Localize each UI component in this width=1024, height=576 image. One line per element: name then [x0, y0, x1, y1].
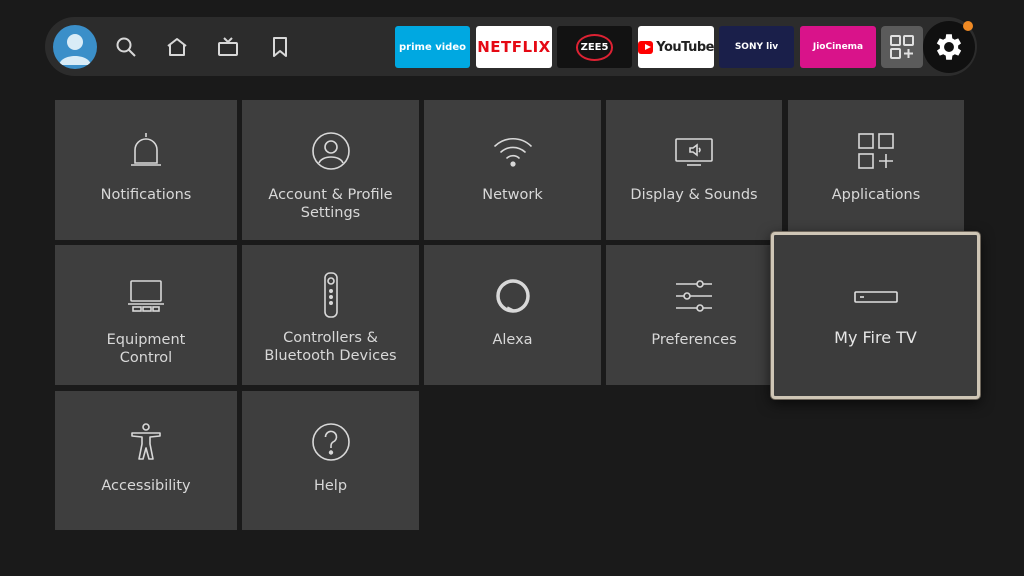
app-label: NETFLIX: [477, 38, 551, 56]
tile-label: Preferences: [651, 332, 737, 348]
app-label: YouTube: [656, 39, 714, 55]
tile-alexa[interactable]: Alexa: [424, 245, 601, 385]
accessibility-icon: [125, 421, 167, 463]
remote-icon: [321, 271, 341, 319]
tile-controllers-bluetooth[interactable]: Controllers & Bluetooth Devices: [242, 245, 419, 385]
tile-label: Accessibility: [101, 478, 191, 494]
tile-label: My Fire TV: [834, 328, 917, 347]
display-sound-icon: [673, 130, 715, 172]
app-jiocinema[interactable]: JioCinema: [800, 26, 876, 68]
tile-label: Network: [482, 187, 543, 203]
tile-label: Help: [313, 478, 348, 494]
tile-preferences[interactable]: Preferences: [606, 245, 782, 385]
all-apps-button[interactable]: [881, 26, 923, 68]
apps-grid-icon: [890, 35, 914, 59]
alexa-icon: [492, 275, 534, 317]
fire-tv-device-icon: [853, 287, 899, 307]
tile-account-profile-settings[interactable]: Account & Profile Settings: [242, 100, 419, 240]
tile-label: Controllers & Bluetooth Devices: [264, 330, 397, 364]
avatar-person-icon: [59, 34, 91, 65]
app-youtube[interactable]: YouTube: [638, 26, 714, 68]
tile-notifications[interactable]: Notifications: [55, 100, 237, 240]
sliders-icon: [673, 275, 715, 317]
equipment-icon: [125, 275, 167, 317]
profile-avatar[interactable]: [53, 25, 97, 69]
tile-display-sounds[interactable]: Display & Sounds: [606, 100, 782, 240]
applications-icon: [855, 130, 897, 172]
app-sony-liv[interactable]: SONY liv: [719, 26, 794, 68]
notification-dot: [963, 21, 973, 31]
tile-my-fire-tv[interactable]: My Fire TV: [771, 232, 980, 399]
app-label: SONY liv: [734, 42, 779, 52]
app-zee5[interactable]: ZEE5: [557, 26, 632, 68]
app-netflix[interactable]: NETFLIX: [476, 26, 552, 68]
search-icon[interactable]: [114, 35, 138, 59]
tile-help[interactable]: Help: [242, 391, 419, 530]
app-label: prime video: [399, 41, 466, 53]
tile-label: Account & Profile Settings: [268, 187, 393, 221]
live-tv-icon[interactable]: [216, 35, 240, 59]
bookmark-icon[interactable]: [268, 35, 292, 59]
wifi-icon: [492, 130, 534, 172]
tile-label: Alexa: [492, 332, 533, 348]
tile-label: Applications: [831, 187, 921, 203]
tile-applications[interactable]: Applications: [788, 100, 964, 233]
profile-icon: [310, 130, 352, 172]
youtube-play-icon: [638, 40, 654, 54]
gear-icon: [936, 34, 962, 60]
app-prime-video[interactable]: prime video: [395, 26, 470, 68]
home-icon[interactable]: [165, 35, 189, 59]
app-label: JioCinema: [812, 42, 864, 52]
tile-equipment-control[interactable]: Equipment Control: [55, 245, 237, 385]
tile-accessibility[interactable]: Accessibility: [55, 391, 237, 530]
bell-icon: [126, 130, 166, 172]
tile-label: Equipment Control: [106, 332, 186, 366]
help-icon: [310, 421, 352, 463]
tile-network[interactable]: Network: [424, 100, 601, 240]
app-label: ZEE5: [575, 33, 614, 61]
tile-label: Display & Sounds: [630, 187, 758, 203]
tile-label: Notifications: [100, 187, 192, 203]
